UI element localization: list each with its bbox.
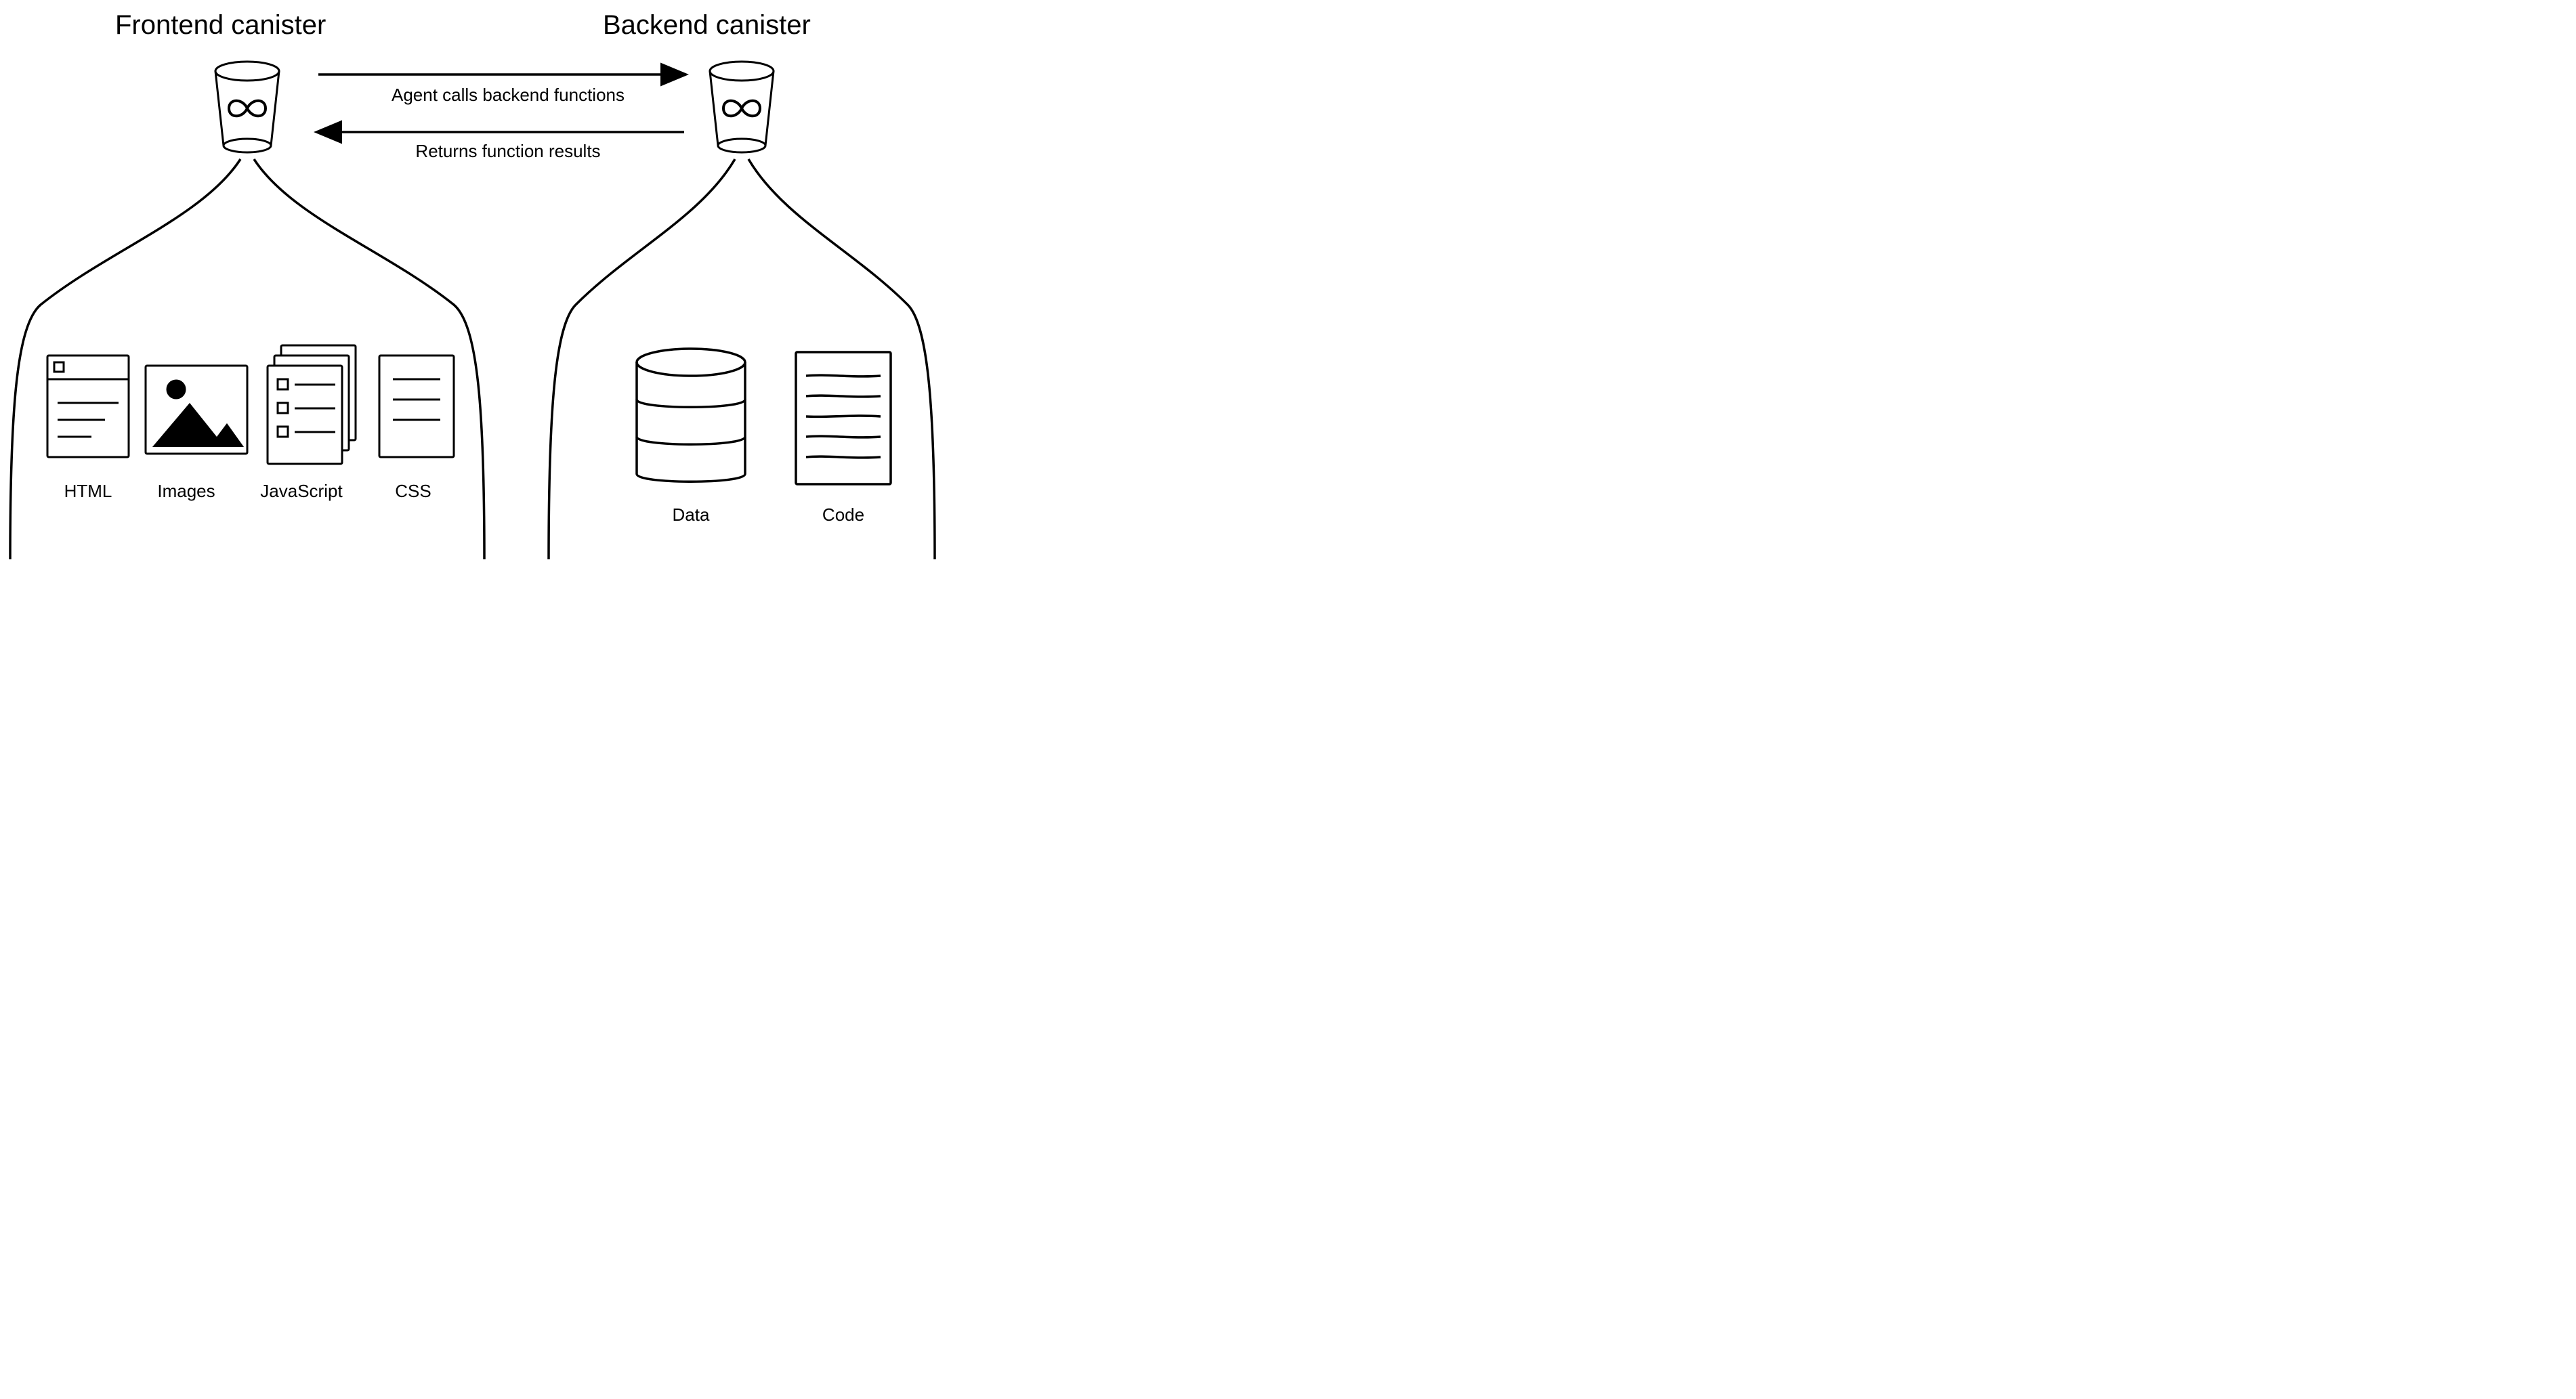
diagram-svg [0, 0, 1030, 559]
frontend-bag [10, 159, 484, 559]
html-icon [47, 356, 129, 457]
code-icon [796, 352, 891, 484]
css-icon [379, 356, 454, 457]
frontend-canister-icon [215, 62, 279, 152]
backend-bag [549, 159, 935, 559]
javascript-icon [268, 345, 356, 464]
backend-canister-icon [710, 62, 774, 152]
data-icon [637, 349, 745, 481]
images-icon [146, 366, 247, 454]
